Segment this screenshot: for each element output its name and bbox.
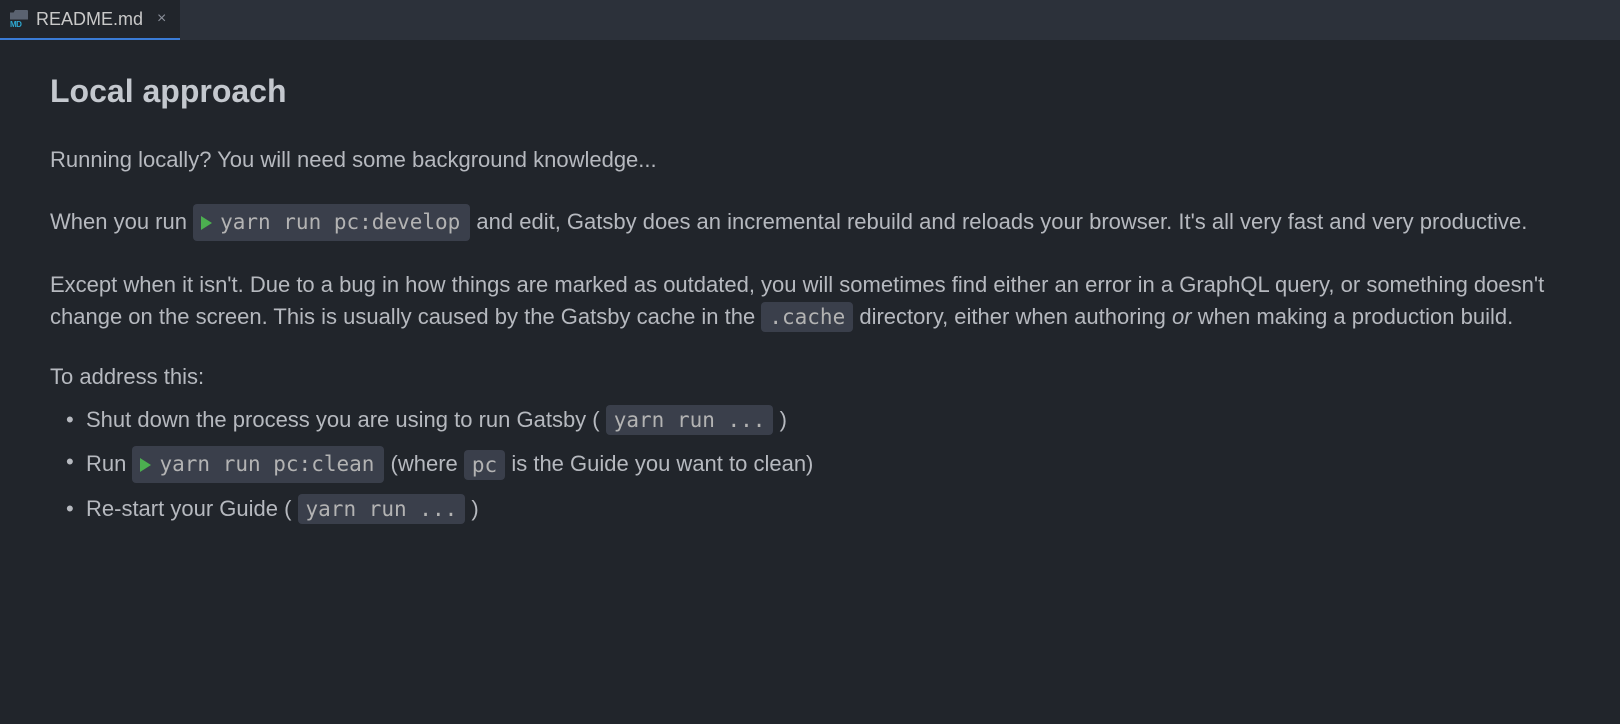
paragraph-address: To address this: <box>50 361 1570 393</box>
editor-tab[interactable]: MD README.md × <box>0 0 180 40</box>
tab-filename: README.md <box>36 9 143 30</box>
close-icon[interactable]: × <box>157 10 166 28</box>
paragraph-cache: Except when it isn't. Due to a bug in ho… <box>50 269 1570 333</box>
play-icon <box>140 458 151 472</box>
list-item: Shut down the process you are using to r… <box>86 404 1570 436</box>
code-pc: pc <box>464 450 505 480</box>
play-icon <box>201 216 212 230</box>
code-run-develop[interactable]: yarn run pc:develop <box>193 204 470 240</box>
code-yarn-run: yarn run ... <box>298 494 466 524</box>
heading: Local approach <box>50 68 1570 114</box>
paragraph-intro: Running locally? You will need some back… <box>50 144 1570 176</box>
code-yarn-run: yarn run ... <box>606 405 774 435</box>
paragraph-run: When you run yarn run pc:develop and edi… <box>50 204 1570 240</box>
markdown-file-icon: MD <box>10 10 28 29</box>
list-item: Re-start your Guide ( yarn run ... ) <box>86 493 1570 525</box>
code-cache-dir: .cache <box>761 302 853 332</box>
list-item: Run yarn run pc:clean (where pc is the G… <box>86 446 1570 482</box>
markdown-preview: Local approach Running locally? You will… <box>0 40 1620 563</box>
code-run-clean[interactable]: yarn run pc:clean <box>132 446 384 482</box>
tab-bar: MD README.md × <box>0 0 1620 40</box>
steps-list: Shut down the process you are using to r… <box>50 404 1570 524</box>
